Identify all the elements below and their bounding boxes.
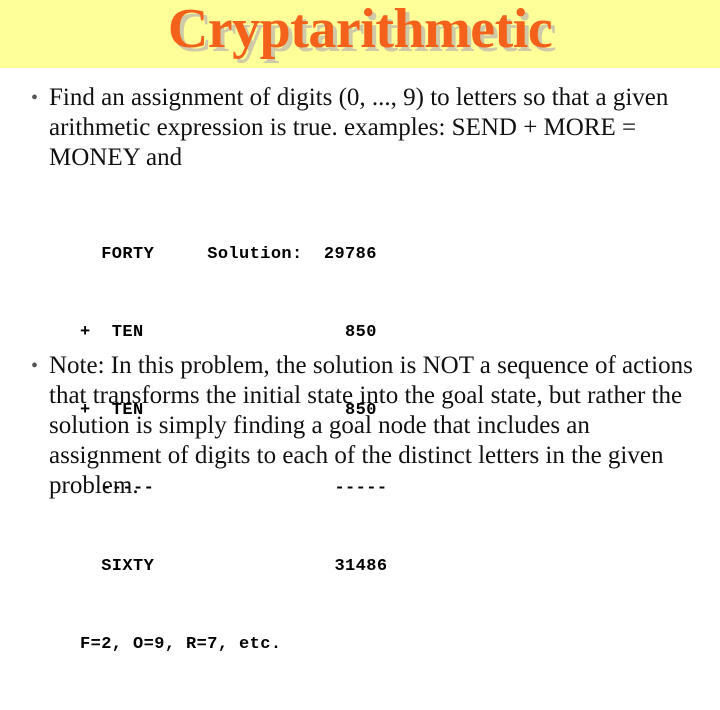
bullet-item-1: • Find an assignment of digits (0, ..., … (26, 83, 698, 173)
puzzle-line-2: + TEN 850 (80, 323, 377, 342)
bullet-dot-icon: • (31, 355, 39, 377)
bullet-item-2: • Note: In this problem, the solution is… (26, 351, 698, 501)
bullet-text-1: Find an assignment of digits (0, ..., 9)… (49, 84, 669, 171)
puzzle-line-6: F=2, O=9, R=7, etc. (80, 635, 282, 654)
bullet-row: • Find an assignment of digits (0, ..., … (26, 83, 698, 173)
puzzle-line-5: SIXTY 31486 (80, 557, 388, 576)
bullet-text-2: Note: In this problem, the solution is N… (49, 352, 693, 499)
slide-body: • Find an assignment of digits (0, ..., … (0, 68, 720, 654)
title-banner: Cryptarithmetic (0, 0, 720, 68)
puzzle-line-1: FORTY Solution: 29786 (80, 245, 377, 264)
bullet-row: • Note: In this problem, the solution is… (26, 351, 698, 501)
page-title: Cryptarithmetic (167, 0, 553, 60)
bullet-dot-icon: • (31, 87, 39, 109)
